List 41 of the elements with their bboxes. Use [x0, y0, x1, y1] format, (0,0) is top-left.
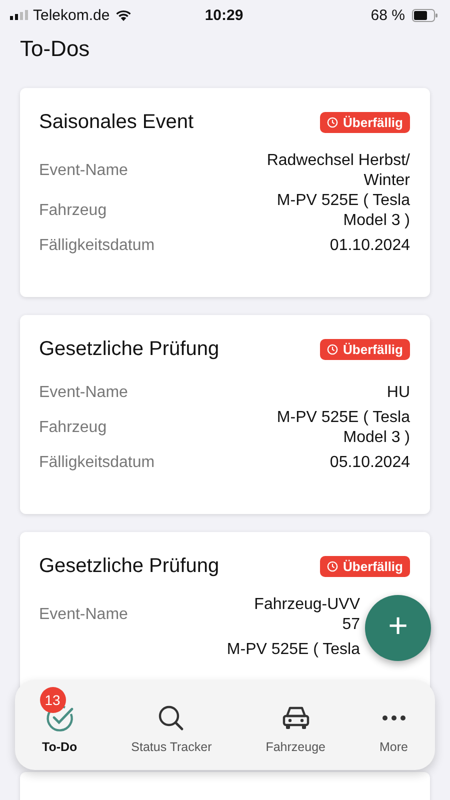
todo-card[interactable]: Gesetzliche Prüfung Überfällig Event-Name HU Fahrzeug M-PV 525E ( Tesla Model 3 ) Fälligkeitsdatum 05.10.2024 — [20, 315, 430, 514]
battery-percent: 68 % — [370, 6, 405, 24]
field-value: Radwechsel Herbst/ Winter — [266, 151, 410, 191]
count-badge: 13 — [40, 687, 66, 713]
field-value: M-PV 525E ( Tesla Model 3 ) — [276, 191, 410, 231]
tab-item[interactable]: More — [375, 686, 412, 756]
badge-text: Überfällig — [343, 558, 403, 574]
card-title: Saisonales Event — [39, 110, 194, 134]
carrier-name: Telekom.de — [33, 6, 110, 24]
card-title: Gesetzliche Prüfung — [39, 338, 220, 360]
clock-icon — [327, 344, 338, 354]
field-label: Event-Name — [39, 162, 128, 180]
field-value: M-PV 525E ( Tesla Model 3 ) — [276, 408, 410, 448]
more-icon — [382, 715, 406, 721]
clock-time: 10:29 — [204, 6, 244, 24]
field-value: Fahrzeug-UVV 57 — [254, 595, 360, 635]
tab-item[interactable]: Status Tracker — [127, 686, 216, 756]
signal-icon — [10, 10, 28, 20]
page-title: To-Dos — [20, 36, 91, 63]
todo-card[interactable]: Saisonales Event Überfällig Event-Name Radwechsel Herbst/ Winter Fahrzeug M-PV 525E ( Tesla Model 3 ) Fälligkeitsdatum 01.10.2024 — [20, 88, 430, 297]
badge-text: Überfällig — [343, 114, 403, 130]
tab-item[interactable]: Fahrzeuge — [262, 686, 330, 756]
field-value: HU — [386, 383, 410, 403]
car-icon — [280, 705, 311, 731]
wifi-icon — [114, 9, 132, 21]
search-icon — [157, 704, 186, 732]
field-value: 05.10.2024 — [330, 453, 410, 473]
field-label: Fahrzeug — [39, 419, 107, 437]
field-label: Event-Name — [39, 606, 128, 624]
field-label: Fälligkeitsdatum — [39, 454, 155, 472]
field-value: M-PV 525E ( Tesla — [226, 640, 360, 660]
clock-icon — [327, 116, 338, 128]
card-title: Gesetzliche Prüfung — [39, 554, 220, 578]
clock-icon — [327, 560, 338, 572]
field-label: Fahrzeug — [39, 202, 107, 220]
battery-icon — [412, 8, 438, 22]
badge-text: Überfällig — [343, 342, 403, 356]
field-label: Event-Name — [39, 384, 128, 402]
tab-item[interactable]: 13 To-Do — [38, 686, 82, 756]
field-label: Fälligkeitsdatum — [39, 237, 155, 255]
field-value: 01.10.2024 — [330, 236, 410, 256]
